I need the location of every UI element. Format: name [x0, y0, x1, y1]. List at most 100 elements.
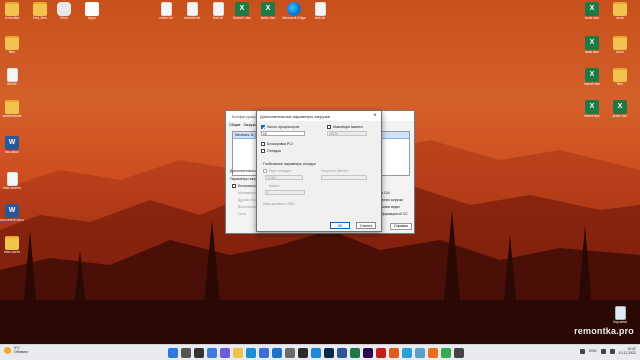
desktop-folder-icon[interactable]: mac-cores: [0, 236, 24, 255]
desktop-word-icon[interactable]: Wdoc.docx: [0, 136, 24, 155]
recycle-bin-icon[interactable]: Корзина: [608, 306, 632, 325]
checkbox-box: [263, 169, 267, 173]
settings-icon[interactable]: [285, 348, 295, 358]
player-icon[interactable]: [389, 348, 399, 358]
desktop-excel-icon[interactable]: Xprice.xlsx: [608, 100, 632, 119]
dots-icon: [85, 2, 99, 16]
desktop-excel-icon[interactable]: Xtable.xlsx: [256, 2, 280, 21]
cancel-button[interactable]: Отмена: [356, 222, 376, 229]
chat-icon[interactable]: [220, 348, 230, 358]
start-icon[interactable]: [168, 348, 178, 358]
clock[interactable]: 10:47 10.11.2022: [619, 347, 636, 356]
desktop-folder-icon[interactable]: files: [608, 68, 632, 87]
max-memory-checkbox[interactable]: Максимум памяти:: [327, 125, 363, 129]
calculator-icon[interactable]: [454, 348, 464, 358]
cpu-count-select[interactable]: 16: [261, 131, 305, 136]
weather-icon: [4, 347, 11, 355]
acrobat-icon[interactable]: [376, 348, 386, 358]
help-button[interactable]: Справка: [390, 223, 412, 230]
word-icon[interactable]: [337, 348, 347, 358]
close-icon[interactable]: ×: [371, 112, 379, 120]
desktop-icon-label: mac-screen: [2, 186, 22, 190]
recycle-bin-glyph: [614, 306, 626, 320]
file-icon: [212, 2, 224, 16]
vscode-icon[interactable]: [311, 348, 321, 358]
explorer-icon[interactable]: [233, 348, 243, 358]
cpu-count-label: Число процессоров:: [267, 125, 300, 129]
checkbox-box-checked: [261, 125, 265, 129]
desktop-folder-icon[interactable]: remontka: [0, 2, 24, 21]
desktop-dots-icon[interactable]: Apps: [80, 2, 104, 21]
os-info-option[interactable]: Информация об ОС: [378, 212, 408, 216]
desktop-folder-icon[interactable]: docs: [608, 36, 632, 55]
desktop-file-icon[interactable]: list.txt: [0, 68, 24, 87]
desktop-excel-icon[interactable]: X Книга1.xlsx: [230, 2, 254, 21]
desktop-excel-icon[interactable]: Xreport.xlsx: [580, 68, 604, 87]
debug-port-checkbox[interactable]: Порт отладки:: [263, 169, 292, 173]
mail-icon[interactable]: [272, 348, 282, 358]
premiere-icon[interactable]: [363, 348, 373, 358]
checkbox-box: [261, 142, 265, 146]
search-icon[interactable]: [181, 348, 191, 358]
task-view-icon[interactable]: [194, 348, 204, 358]
desktop-file-icon[interactable]: test.txt: [206, 2, 230, 21]
desktop-excel-icon[interactable]: Xdata.xlsx: [580, 36, 604, 55]
desktop-file-icon[interactable]: mac-screen: [0, 172, 24, 191]
desktop-icon-label: files: [8, 50, 16, 54]
desktop-file-icon[interactable]: text.txt: [308, 2, 332, 21]
tab-general[interactable]: Общие: [229, 123, 241, 127]
desktop-word-icon[interactable]: Wdocument.docx: [0, 204, 24, 223]
store-icon[interactable]: [259, 348, 269, 358]
terminal-icon[interactable]: [298, 348, 308, 358]
desktop-folder-icon[interactable]: hint_files: [28, 2, 52, 21]
debug-port-select[interactable]: COM1: [265, 175, 303, 180]
max-memory-input[interactable]: 65536: [327, 131, 367, 136]
checkbox-box: [232, 184, 236, 188]
recycle-bin-label: Корзина: [613, 320, 627, 324]
cpu-count-checkbox[interactable]: Число процессоров:: [261, 125, 300, 129]
photoshop-icon[interactable]: [324, 348, 334, 358]
wifi-icon[interactable]: [600, 348, 606, 354]
excel-icon[interactable]: [350, 348, 360, 358]
widgets-icon[interactable]: [207, 348, 217, 358]
desktop-icon-label: screenshots: [2, 114, 22, 118]
desktop-excel-icon[interactable]: Xbook.xlsx: [580, 2, 604, 21]
advanced-boot-options-dialog[interactable]: Дополнительные параметры загрузки × Числ…: [256, 110, 382, 232]
chevron-up-icon[interactable]: [580, 348, 586, 354]
network-option[interactable]: Сеть: [238, 212, 246, 216]
folder-icon: [5, 36, 19, 50]
desktop-icon-label: price.xlsx: [612, 114, 628, 118]
desktop-file-icon[interactable]: readme.txt: [180, 2, 204, 21]
taskbar-pinned-apps: [168, 348, 464, 358]
weather-widget[interactable]: 9°C Облачно: [4, 346, 29, 355]
desktop-icon-label: mac-cores: [3, 250, 21, 254]
language-indicator[interactable]: ENG: [589, 349, 597, 353]
baud-rate-select[interactable]: [321, 175, 367, 180]
taskbar: 9°C Облачно ENG 10:47 10.11.2022: [0, 344, 640, 360]
desktop-folder-icon[interactable]: work: [608, 2, 632, 21]
chrome-icon[interactable]: [441, 348, 451, 358]
volume-icon[interactable]: [609, 348, 615, 354]
notepad-icon[interactable]: [415, 348, 425, 358]
desktop-edge-icon[interactable]: Microsoft Edge: [282, 2, 306, 21]
excel-icon: X: [261, 2, 275, 16]
desktop-excel-icon[interactable]: Xsheet.xlsx: [580, 100, 604, 119]
paint-icon[interactable]: [402, 348, 412, 358]
weather-desc: Облачно: [14, 349, 29, 354]
debug-checkbox[interactable]: Отладка: [261, 149, 281, 153]
desktop-icon-label: text.txt: [314, 16, 326, 20]
edge-icon[interactable]: [246, 348, 256, 358]
desktop-icon-label: Apps: [88, 16, 96, 20]
desktop-icon-label: notes.txt: [159, 16, 173, 20]
dialog-titlebar: Дополнительные параметры загрузки ×: [257, 111, 381, 121]
desktop-folder-icon[interactable]: files: [0, 36, 24, 55]
advanced-options-link[interactable]: Дополнительные: [230, 169, 258, 173]
desktop-file-icon[interactable]: notes.txt: [154, 2, 178, 21]
desktop-icon-label: Xbox: [60, 16, 68, 20]
firefox-icon[interactable]: [428, 348, 438, 358]
ok-button[interactable]: OK: [330, 222, 350, 229]
pci-lock-checkbox[interactable]: Блокировка PCI: [261, 142, 293, 146]
desktop-game-icon[interactable]: Xbox: [52, 2, 76, 21]
desktop-folder-icon[interactable]: screenshots: [0, 100, 24, 119]
channel-input[interactable]: 0: [265, 190, 305, 195]
